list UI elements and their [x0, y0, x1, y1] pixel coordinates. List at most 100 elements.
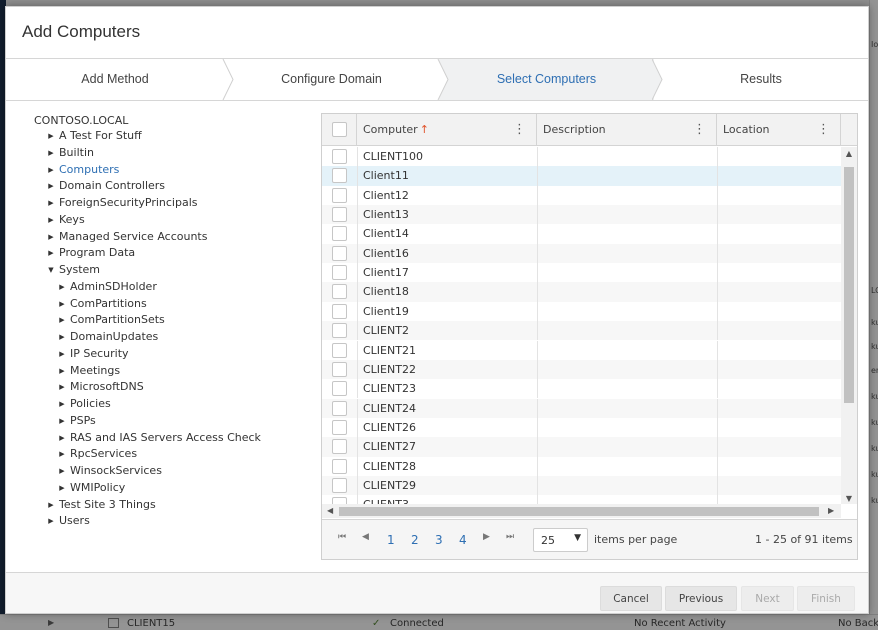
first-page-icon[interactable]: ⏮: [338, 532, 346, 542]
table-row[interactable]: Client12: [322, 185, 841, 205]
row-checkbox[interactable]: [332, 284, 347, 300]
row-checkbox[interactable]: [332, 477, 347, 493]
collapsed-triangle-icon[interactable]: ▶: [46, 145, 56, 161]
collapsed-triangle-icon[interactable]: ▶: [57, 463, 67, 479]
table-row[interactable]: Client19: [322, 301, 841, 322]
step-add-method[interactable]: Add Method: [6, 59, 224, 100]
row-checkbox[interactable]: [332, 381, 347, 397]
column-menu-icon[interactable]: ⋮: [817, 114, 830, 146]
step-results[interactable]: Results: [654, 59, 868, 100]
tree-node[interactable]: ▶ IP Security: [57, 346, 128, 362]
tree-node[interactable]: ▶ PSPs: [57, 413, 96, 429]
collapsed-triangle-icon[interactable]: ▶: [57, 329, 67, 345]
tree-node[interactable]: ▶ A Test For Stuff: [46, 128, 141, 144]
tree-node[interactable]: ▶ Computers: [46, 162, 119, 178]
tree-node[interactable]: ▶ Policies: [57, 396, 110, 412]
previous-button[interactable]: Previous: [665, 586, 737, 611]
table-row[interactable]: CLIENT24: [322, 398, 841, 418]
collapsed-triangle-icon[interactable]: ▶: [57, 346, 67, 362]
row-checkbox[interactable]: [332, 439, 347, 455]
page-link[interactable]: 2: [411, 533, 419, 547]
collapsed-triangle-icon[interactable]: ▶: [57, 312, 67, 328]
step-configure-domain[interactable]: Configure Domain: [224, 59, 439, 100]
tree-node[interactable]: ▶ Keys: [46, 212, 84, 228]
horizontal-scroll-thumb[interactable]: [339, 507, 819, 516]
table-row[interactable]: CLIENT2: [322, 321, 841, 341]
finish-button[interactable]: Finish: [797, 586, 855, 611]
tree-node[interactable]: ▶ ComPartitionSets: [57, 312, 164, 328]
tree-node[interactable]: ▶ AdminSDHolder: [57, 279, 157, 295]
vertical-scroll-thumb[interactable]: [844, 167, 854, 403]
collapsed-triangle-icon[interactable]: ▶: [46, 162, 56, 178]
collapsed-triangle-icon[interactable]: ▶: [57, 413, 67, 429]
tree-node[interactable]: ▶ Builtin: [46, 145, 94, 161]
collapsed-triangle-icon[interactable]: ▶: [46, 229, 56, 245]
row-checkbox[interactable]: [332, 361, 347, 377]
collapsed-triangle-icon[interactable]: ▶: [46, 128, 56, 144]
collapsed-triangle-icon[interactable]: ▶: [46, 212, 56, 228]
row-checkbox[interactable]: [332, 245, 347, 261]
collapsed-triangle-icon[interactable]: ▶: [57, 446, 67, 462]
last-page-icon[interactable]: ⏭: [506, 532, 514, 542]
collapsed-triangle-icon[interactable]: ▶: [57, 379, 67, 395]
tree-node[interactable]: ▶ Meetings: [57, 363, 120, 379]
tree-node[interactable]: ▶ DomainUpdates: [57, 329, 158, 345]
column-header-location[interactable]: Location ⋮: [717, 114, 841, 146]
step-select-computers[interactable]: Select Computers: [439, 59, 654, 100]
collapsed-triangle-icon[interactable]: ▶: [46, 178, 56, 194]
tree-node[interactable]: ▶ MicrosoftDNS: [57, 379, 143, 395]
collapsed-triangle-icon[interactable]: ▶: [57, 430, 67, 446]
table-row[interactable]: CLIENT27: [322, 437, 841, 457]
table-row[interactable]: CLIENT3: [322, 495, 841, 504]
scroll-right-icon[interactable]: ▶: [828, 504, 834, 518]
row-checkbox[interactable]: [332, 303, 347, 319]
page-link[interactable]: 3: [435, 533, 443, 547]
collapsed-triangle-icon[interactable]: ▶: [57, 279, 67, 295]
page-link[interactable]: 1: [387, 533, 395, 547]
row-checkbox[interactable]: [332, 207, 347, 223]
row-checkbox[interactable]: [332, 497, 347, 504]
expanded-triangle-icon[interactable]: ▼: [46, 262, 56, 278]
tree-root-domain[interactable]: CONTOSO.LOCAL: [34, 114, 128, 127]
table-row[interactable]: Client17: [322, 263, 841, 283]
page-link[interactable]: 4: [459, 533, 467, 547]
table-row[interactable]: CLIENT22: [322, 359, 841, 380]
column-menu-icon[interactable]: ⋮: [693, 114, 706, 146]
table-row[interactable]: CLIENT28: [322, 456, 841, 476]
collapsed-triangle-icon[interactable]: ▶: [57, 480, 67, 496]
collapsed-triangle-icon[interactable]: ▶: [57, 296, 67, 312]
table-row[interactable]: Client11: [322, 166, 841, 186]
table-row[interactable]: CLIENT100: [322, 147, 841, 167]
table-row[interactable]: CLIENT26: [322, 417, 841, 438]
collapsed-triangle-icon[interactable]: ▶: [46, 497, 56, 513]
tree-node[interactable]: ▶ ComPartitions: [57, 296, 146, 312]
column-header-computer[interactable]: Computer ↑ ⋮: [357, 114, 537, 146]
tree-node[interactable]: ▶ RAS and IAS Servers Access Check: [57, 430, 261, 446]
tree-node[interactable]: ▶ WinsockServices: [57, 463, 162, 479]
tree-node[interactable]: ▼ System: [46, 262, 100, 278]
row-checkbox[interactable]: [332, 187, 347, 203]
row-checkbox[interactable]: [332, 342, 347, 358]
page-size-select[interactable]: 25 ▼: [533, 528, 588, 552]
tree-node[interactable]: ▶ Users: [46, 513, 90, 529]
row-checkbox[interactable]: [332, 419, 347, 435]
collapsed-triangle-icon[interactable]: ▶: [46, 245, 56, 261]
vertical-scrollbar[interactable]: ▲ ▼: [841, 147, 857, 504]
previous-page-icon[interactable]: ◀: [362, 532, 369, 542]
row-checkbox[interactable]: [332, 168, 347, 184]
next-button[interactable]: Next: [741, 586, 794, 611]
tree-node[interactable]: ▶ WMIPolicy: [57, 480, 125, 496]
horizontal-scrollbar[interactable]: ◀ ▶: [322, 504, 841, 518]
collapsed-triangle-icon[interactable]: ▶: [57, 363, 67, 379]
scroll-down-icon[interactable]: ▼: [841, 494, 857, 503]
row-checkbox[interactable]: [332, 265, 347, 281]
scroll-up-icon[interactable]: ▲: [841, 149, 857, 158]
table-row[interactable]: CLIENT29: [322, 475, 841, 496]
table-row[interactable]: Client14: [322, 224, 841, 244]
select-all-checkbox[interactable]: [332, 122, 347, 137]
next-page-icon[interactable]: ▶: [483, 532, 490, 542]
collapsed-triangle-icon[interactable]: ▶: [46, 195, 56, 211]
collapsed-triangle-icon[interactable]: ▶: [46, 513, 56, 529]
table-row[interactable]: Client16: [322, 243, 841, 264]
row-checkbox[interactable]: [332, 458, 347, 474]
